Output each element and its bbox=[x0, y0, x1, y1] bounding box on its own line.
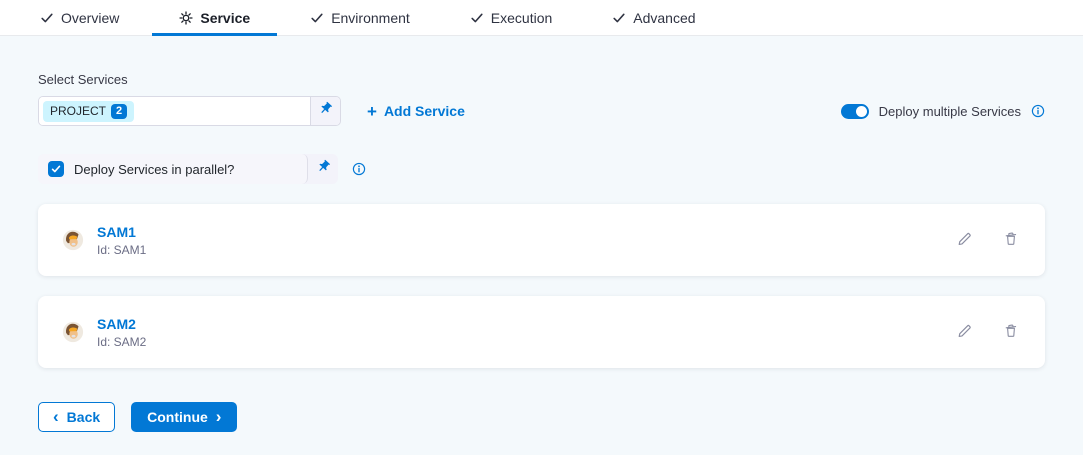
service-avatar bbox=[62, 229, 84, 251]
parallel-checkbox-group: Deploy Services in parallel? bbox=[38, 154, 338, 184]
tab-environment[interactable]: Environment bbox=[310, 0, 410, 36]
pin-button[interactable] bbox=[308, 154, 338, 184]
service-chip-count-badge: 2 bbox=[111, 104, 127, 119]
tab-label: Environment bbox=[331, 10, 410, 26]
toggle-knob bbox=[856, 106, 867, 117]
service-card-list: SAM1 Id: SAM1 SAM2 Id: SAM2 bbox=[38, 204, 1045, 368]
edit-service-button[interactable] bbox=[954, 320, 975, 344]
pin-icon bbox=[318, 101, 333, 121]
delete-service-button[interactable] bbox=[1001, 321, 1021, 344]
service-name-link[interactable]: SAM2 bbox=[97, 316, 146, 332]
service-step-panel: Select Services PROJECT 2 + Add Service … bbox=[0, 36, 1083, 455]
service-name-link[interactable]: SAM1 bbox=[97, 224, 146, 240]
check-icon bbox=[470, 11, 484, 25]
check-icon bbox=[612, 11, 626, 25]
service-chip[interactable]: PROJECT 2 bbox=[43, 101, 134, 122]
gear-icon bbox=[179, 11, 193, 25]
service-card-sam2: SAM2 Id: SAM2 bbox=[38, 296, 1045, 368]
parallel-row: Deploy Services in parallel? bbox=[38, 154, 1045, 184]
tab-advanced[interactable]: Advanced bbox=[612, 0, 695, 36]
tab-label: Overview bbox=[61, 10, 119, 26]
select-services-input[interactable]: PROJECT 2 bbox=[38, 96, 341, 126]
chevron-right-icon: › bbox=[216, 408, 222, 425]
checkbox-checked-icon[interactable] bbox=[48, 161, 64, 177]
add-service-button[interactable]: + Add Service bbox=[367, 103, 465, 120]
deploy-multiple-info[interactable] bbox=[1031, 104, 1045, 118]
service-card-text: SAM2 Id: SAM2 bbox=[97, 316, 146, 349]
add-service-label: Add Service bbox=[384, 103, 465, 119]
service-card-sam1: SAM1 Id: SAM1 bbox=[38, 204, 1045, 276]
service-chip-label: PROJECT bbox=[50, 104, 106, 118]
deploy-multiple-toggle[interactable] bbox=[841, 104, 869, 119]
continue-button-label: Continue bbox=[147, 409, 208, 425]
service-avatar bbox=[62, 321, 84, 343]
service-id: Id: SAM2 bbox=[97, 335, 146, 349]
pencil-icon bbox=[956, 322, 973, 342]
back-button-label: Back bbox=[67, 409, 100, 425]
tab-label: Service bbox=[200, 10, 250, 26]
continue-button[interactable]: Continue › bbox=[131, 402, 237, 432]
parallel-checkbox-field[interactable]: Deploy Services in parallel? bbox=[38, 154, 308, 184]
edit-service-button[interactable] bbox=[954, 228, 975, 252]
check-icon bbox=[40, 11, 54, 25]
wizard-tab-bar: Overview Service Environment Execution A… bbox=[0, 0, 1083, 36]
tab-service[interactable]: Service bbox=[179, 0, 250, 36]
back-button[interactable]: ‹ Back bbox=[38, 402, 115, 432]
parallel-info[interactable] bbox=[352, 162, 366, 176]
parallel-checkbox-label: Deploy Services in parallel? bbox=[74, 162, 234, 177]
deploy-multiple-group: Deploy multiple Services bbox=[841, 104, 1045, 119]
chevron-left-icon: ‹ bbox=[53, 408, 59, 425]
select-services-label: Select Services bbox=[38, 72, 1045, 87]
deploy-multiple-label: Deploy multiple Services bbox=[879, 104, 1021, 119]
plus-icon: + bbox=[367, 103, 377, 120]
trash-icon bbox=[1003, 323, 1019, 342]
service-id: Id: SAM1 bbox=[97, 243, 146, 257]
select-services-row: PROJECT 2 + Add Service Deploy multiple … bbox=[38, 96, 1045, 126]
pin-button[interactable] bbox=[310, 97, 340, 125]
tab-label: Advanced bbox=[633, 10, 695, 26]
service-card-text: SAM1 Id: SAM1 bbox=[97, 224, 146, 257]
trash-icon bbox=[1003, 231, 1019, 250]
tab-label: Execution bbox=[491, 10, 552, 26]
wizard-footer: ‹ Back Continue › bbox=[38, 402, 1045, 432]
selected-services-area[interactable]: PROJECT 2 bbox=[39, 97, 310, 125]
tab-execution[interactable]: Execution bbox=[470, 0, 552, 36]
pencil-icon bbox=[956, 230, 973, 250]
pin-icon bbox=[316, 159, 331, 179]
check-icon bbox=[310, 11, 324, 25]
delete-service-button[interactable] bbox=[1001, 229, 1021, 252]
tab-overview[interactable]: Overview bbox=[40, 0, 119, 36]
